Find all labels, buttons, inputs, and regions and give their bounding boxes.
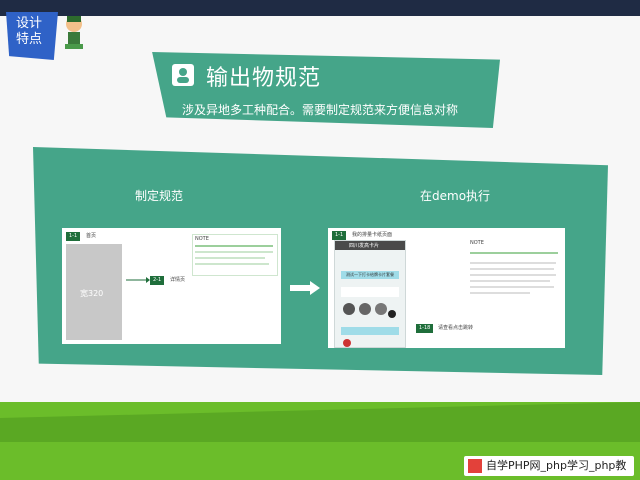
avatar [375,303,387,315]
avatar [343,303,355,315]
arrow-icon [126,277,150,283]
phone-title: 四川发高卡片 [349,243,380,249]
phone-button-2[interactable] [341,327,399,335]
note-line [470,286,554,288]
note-line [195,263,269,265]
section-tag: 设计 特点 [6,12,58,60]
note-header: NOTE [195,236,209,242]
box-2-1: 2-1 [150,276,165,285]
home-label: 首页 [86,233,97,239]
note-line [470,280,550,282]
top-bar [0,0,640,16]
top-title: 我的排量卡纸页面 [352,232,393,238]
page-title: 输出物规范 [206,66,322,91]
note-line [195,257,265,259]
placeholder-label: 宽320 [80,289,104,298]
note-line [470,252,558,254]
watermark-logo-icon [468,459,482,473]
tip-label: 请查看点击跳转 [438,325,474,331]
note-line [470,262,556,264]
note-line [195,251,273,253]
detail-label: 详情页 [170,277,186,283]
avatar [343,339,351,347]
tag-line1: 设计 [16,16,43,31]
demo-panel: 1-1 我的排量卡纸页面 四川发高卡片 测试一下打卡给牌卡片套餐 1-18 请查… [328,228,565,348]
spec-panel: 1-1 首页 宽320 2-1 详情页 NOTE [62,228,281,344]
note-line [195,245,273,247]
note-line [470,268,554,270]
phone-mock: 四川发高卡片 测试一下打卡给牌卡片套餐 [334,240,406,348]
right-label: 在demo执行 [420,189,491,203]
next-circle-icon[interactable] [388,310,396,318]
placeholder-block: 宽320 [66,244,122,340]
note-line [470,292,530,294]
step-badge: 1-1 [332,231,347,240]
phone-button[interactable]: 测试一下打卡给牌卡片套餐 [341,271,399,279]
big-arrow-icon [290,281,320,295]
tag-line2: 特点 [16,32,43,47]
left-label: 制定规范 [135,189,184,203]
note-box: NOTE [468,240,562,300]
watermark: 自学PHP网_php学习_php教 [464,456,634,476]
note-box: NOTE [192,234,278,276]
user-icon [172,64,194,86]
page-subtitle: 涉及异地多工种配合。需要制定规范来方便信息对称 [182,103,459,117]
note-header: NOTE [470,240,484,246]
note-line [470,274,556,276]
badge-2: 1-18 [416,324,434,333]
avatar [359,303,371,315]
phone-row [341,287,399,297]
box-1-1: 1-1 [66,232,81,241]
phone-header: 四川发高卡片 [335,241,405,250]
mascot-icon [65,16,83,49]
